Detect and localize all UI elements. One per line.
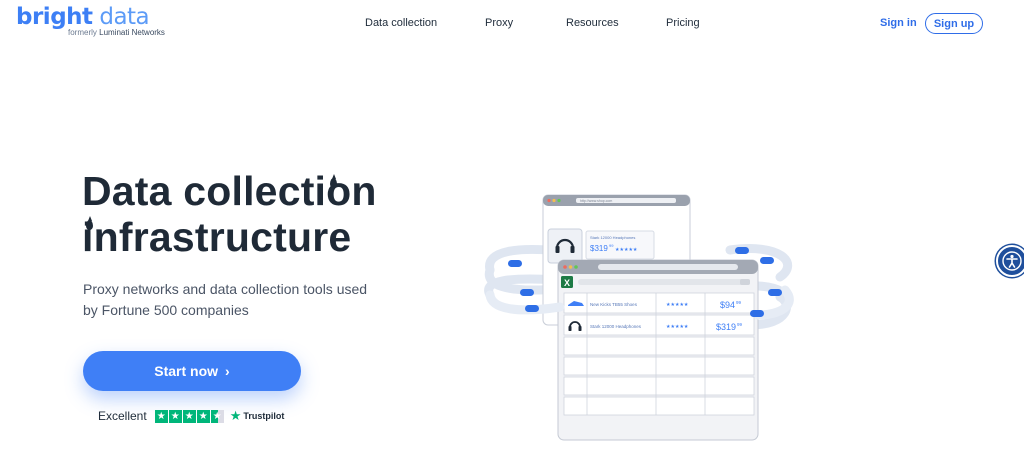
- nav-item-resources[interactable]: Resources: [566, 17, 619, 29]
- brand-tagline-name: Luminati Networks: [99, 28, 165, 37]
- star-icon: ★: [154, 409, 168, 423]
- row1-price-cents: 99: [736, 300, 742, 305]
- chevron-right-icon: ›: [225, 363, 230, 379]
- brand-name-part2: data: [92, 4, 150, 30]
- brand-logo[interactable]: bright data formerly Luminati Networks: [16, 4, 165, 37]
- back-window-price-cents: 99: [609, 243, 614, 248]
- trustpilot-star-icon: ★: [229, 408, 242, 423]
- row1-price: $94: [720, 300, 735, 310]
- row2-price: $319: [716, 322, 736, 332]
- start-now-button[interactable]: Start now ›: [83, 351, 301, 391]
- star-icon: ★: [196, 409, 210, 423]
- back-window-price: $319: [590, 244, 608, 253]
- brand-wordmark: bright data: [16, 4, 150, 30]
- trustpilot-logo: ★ Trustpilot: [230, 408, 285, 424]
- brand-name-part1: bright: [16, 4, 93, 30]
- start-now-label: Start now: [154, 363, 219, 379]
- row1-rating: ★★★★★: [666, 302, 689, 308]
- nav-item-data-collection[interactable]: Data collection: [365, 17, 437, 29]
- row2-product: Stark 12000 Headphones: [590, 324, 642, 329]
- star-icon: ★: [168, 409, 182, 423]
- accessibility-button[interactable]: [996, 245, 1024, 277]
- star-icon: ★: [182, 409, 196, 423]
- back-window-product: Stark 12000 Headphones: [590, 235, 635, 240]
- data-collection-illustration: http://www.shop.com Stark 12000 Headphon…: [484, 194, 794, 441]
- spreadsheet-window-front: X New Kicks TB55 Shoes ★★★★★ $94 99 Star…: [557, 259, 759, 441]
- trustpilot-rating[interactable]: Excellent ★ ★ ★ ★ ★ ★ Trustpilot: [98, 408, 284, 424]
- droplet-icon: [330, 174, 337, 188]
- nav-item-pricing[interactable]: Pricing: [666, 17, 700, 29]
- trustpilot-brand: Trustpilot: [243, 411, 285, 421]
- back-window-rating: ★★★★★: [615, 247, 638, 253]
- trustpilot-rating-text: Excellent: [98, 409, 147, 423]
- accessibility-icon: [1002, 251, 1022, 271]
- row1-product: New Kicks TB55 Shoes: [590, 302, 638, 307]
- brand-tagline-prefix: formerly: [68, 28, 97, 37]
- hero-subtitle: Proxy networks and data collection tools…: [83, 281, 368, 318]
- sign-in-link[interactable]: Sign in: [880, 17, 917, 29]
- hero-title-line2: infrastructure: [82, 214, 352, 260]
- row2-rating: ★★★★★: [666, 324, 689, 330]
- back-window-url: http://www.shop.com: [580, 199, 612, 203]
- nav-item-proxy[interactable]: Proxy: [485, 17, 513, 29]
- spreadsheet-grid: [563, 292, 755, 416]
- row2-price-cents: 99: [737, 322, 743, 327]
- sign-up-button[interactable]: Sign up: [925, 13, 983, 34]
- droplet-icon: [86, 216, 93, 230]
- brand-tagline: formerly Luminati Networks: [68, 28, 165, 37]
- excel-icon-glyph: X: [564, 278, 570, 288]
- half-star-icon: ★: [210, 409, 224, 423]
- trustpilot-stars: ★ ★ ★ ★ ★: [154, 409, 224, 423]
